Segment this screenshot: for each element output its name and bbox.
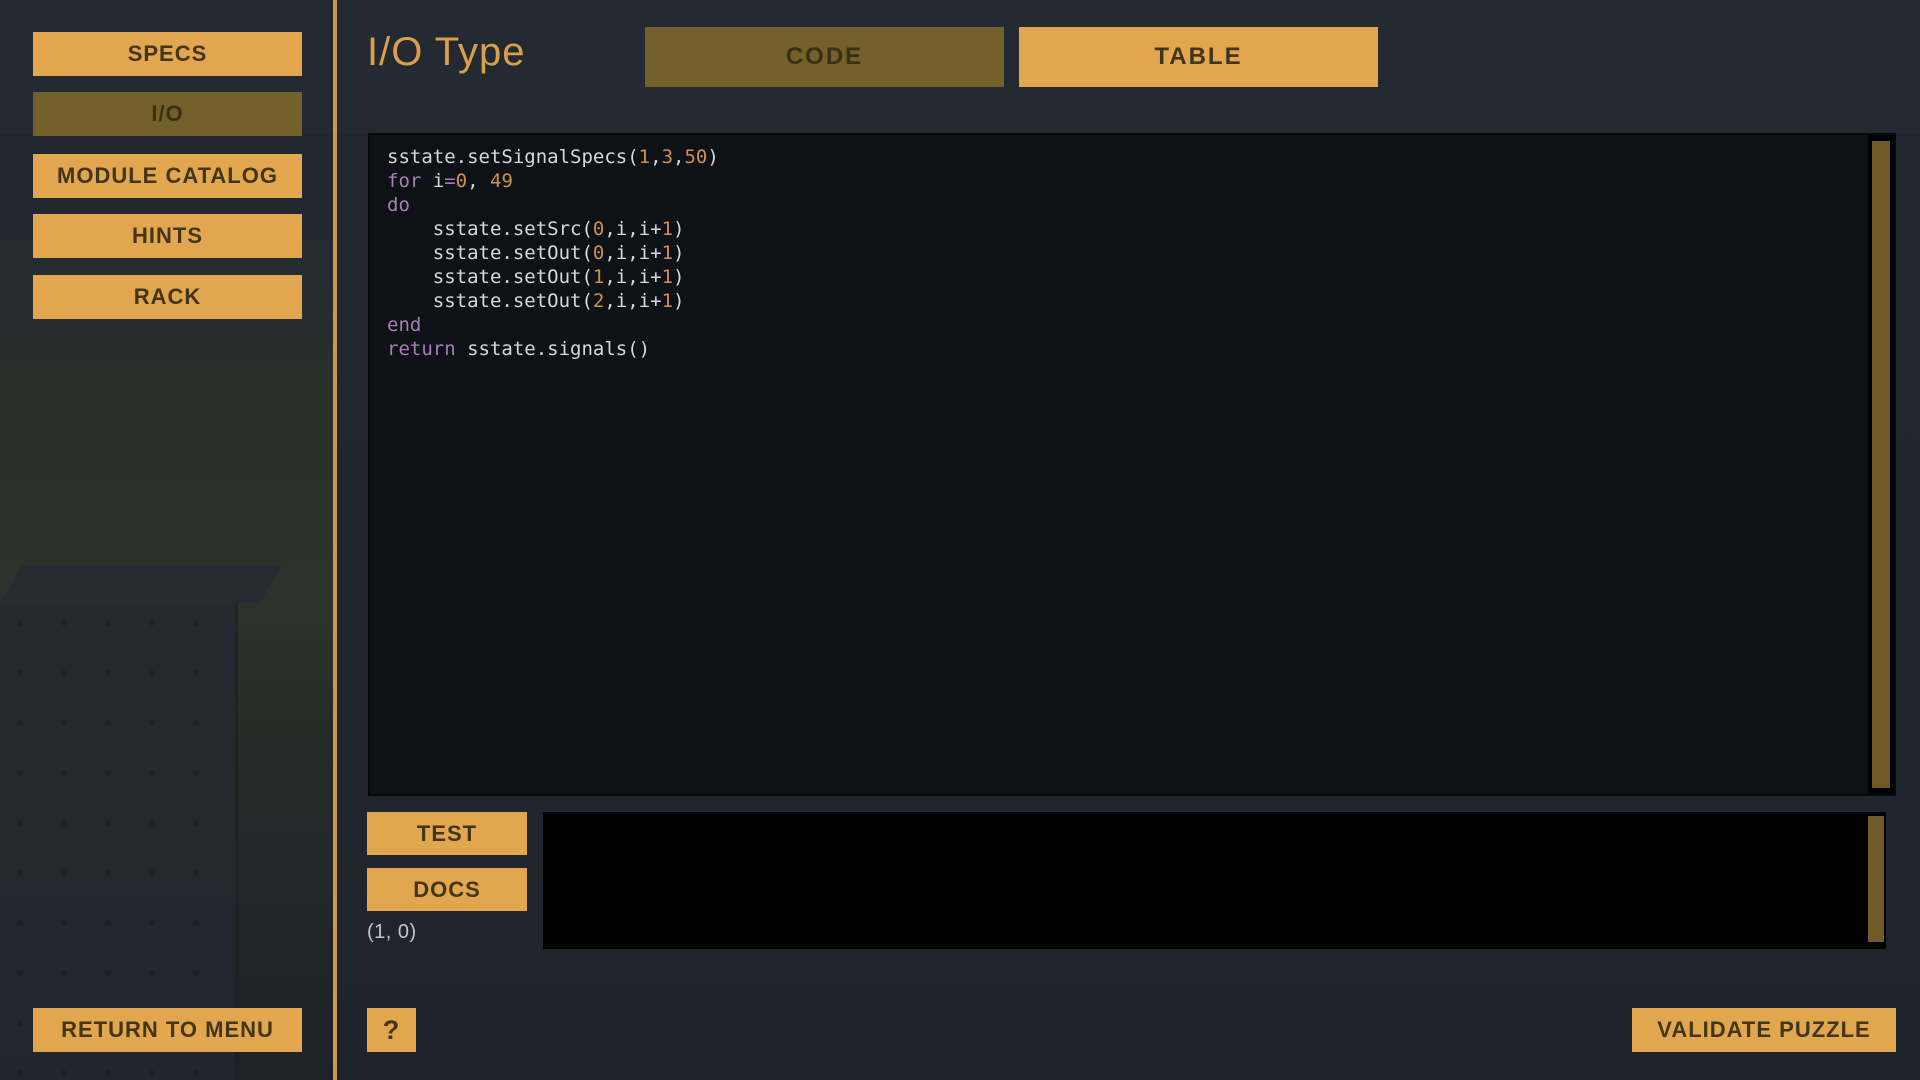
vertical-divider xyxy=(333,0,337,1080)
sidebar-item-hints[interactable]: HINTS xyxy=(33,214,302,258)
code-line: sstate.setSignalSpecs(1,3,50) xyxy=(387,145,1860,169)
code-editor-content[interactable]: sstate.setSignalSpecs(1,3,50)for i=0, 49… xyxy=(387,145,1860,788)
code-editor[interactable]: sstate.setSignalSpecs(1,3,50)for i=0, 49… xyxy=(368,133,1896,796)
page-title: I/O Type xyxy=(367,30,525,75)
editor-scrollbar-track[interactable] xyxy=(1868,135,1894,794)
editor-scrollbar-thumb[interactable] xyxy=(1872,141,1890,788)
code-line: sstate.setOut(2,i,i+1) xyxy=(387,289,1860,313)
validate-puzzle-button[interactable]: VALIDATE PUZZLE xyxy=(1632,1008,1896,1052)
sidebar-item-specs[interactable]: SPECS xyxy=(33,32,302,76)
code-line: do xyxy=(387,193,1860,217)
tab-table[interactable]: TABLE xyxy=(1019,27,1378,87)
return-to-menu-button[interactable]: RETURN TO MENU xyxy=(33,1008,302,1052)
code-line: end xyxy=(387,313,1860,337)
test-output-panel[interactable] xyxy=(543,812,1886,949)
tab-code[interactable]: CODE xyxy=(645,27,1004,87)
test-output-scrollbar-thumb[interactable] xyxy=(1868,816,1884,942)
synth-cabinet-top xyxy=(0,565,282,603)
help-button[interactable]: ? xyxy=(367,1008,416,1052)
sidebar-item-module-catalog[interactable]: MODULE CATALOG xyxy=(33,154,302,198)
cursor-position-indicator: (1, 0) xyxy=(367,921,417,944)
code-line: sstate.setSrc(0,i,i+1) xyxy=(387,217,1860,241)
code-line: for i=0, 49 xyxy=(387,169,1860,193)
sidebar-item-rack[interactable]: RACK xyxy=(33,275,302,319)
code-line: sstate.setOut(1,i,i+1) xyxy=(387,265,1860,289)
code-line: sstate.setOut(0,i,i+1) xyxy=(387,241,1860,265)
test-button[interactable]: TEST xyxy=(367,812,527,855)
docs-button[interactable]: DOCS xyxy=(367,868,527,911)
code-line: return sstate.signals() xyxy=(387,337,1860,361)
sidebar-item-io[interactable]: I/O xyxy=(33,92,302,136)
